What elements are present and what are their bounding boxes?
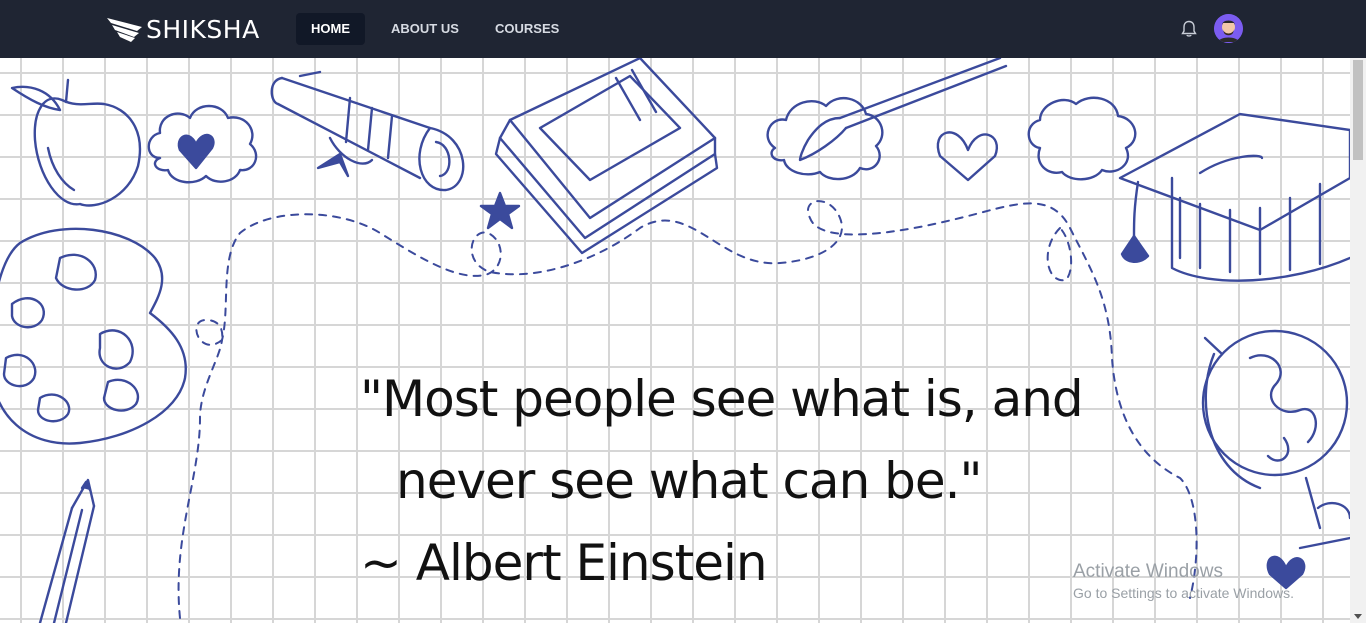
pencil-icon [38, 478, 96, 623]
brand-logo[interactable]: SHIKSHA [106, 12, 260, 46]
watermark-subtitle: Go to Settings to activate Windows. [1073, 585, 1294, 601]
quote-line-2: never see what can be." [396, 452, 983, 510]
bell-icon[interactable] [1179, 19, 1199, 39]
hero-banner: "Most people see what is, and never see … [0, 58, 1350, 623]
avatar[interactable] [1214, 14, 1243, 43]
cloud-icon [1027, 96, 1137, 181]
diploma-scroll-icon [270, 70, 465, 192]
watermark-title: Activate Windows [1073, 561, 1223, 582]
globe-icon [1201, 329, 1350, 550]
wing-logo-icon [107, 18, 142, 42]
vertical-scrollbar[interactable] [1350, 58, 1366, 623]
user-avatar-icon [1214, 14, 1243, 43]
nav-about-us[interactable]: ABOUT US [376, 13, 474, 45]
quote-author: ~ Albert Einstein [360, 534, 768, 592]
graduation-cap-icon [1118, 112, 1350, 282]
nav-courses[interactable]: COURSES [480, 13, 574, 45]
quote-line-1: "Most people see what is, and [360, 370, 1084, 428]
brand-name: SHIKSHA [146, 14, 260, 44]
scroll-down-icon[interactable] [1354, 614, 1362, 619]
star-icon [479, 191, 521, 230]
nav-home[interactable]: HOME [296, 13, 365, 45]
apple-icon [10, 78, 142, 207]
scrollbar-thumb[interactable] [1353, 60, 1363, 160]
cloud-heart-icon [147, 104, 258, 184]
paintbrush-cloud-icon [766, 58, 1008, 181]
windows-activation-watermark: Activate Windows Go to Settings to activ… [1073, 561, 1294, 601]
top-navbar: SHIKSHA HOME ABOUT US COURSES [0, 0, 1366, 58]
paint-palette-icon [0, 227, 187, 445]
hero-quote: "Most people see what is, and never see … [360, 358, 1084, 604]
heart-outline-icon [936, 131, 998, 182]
